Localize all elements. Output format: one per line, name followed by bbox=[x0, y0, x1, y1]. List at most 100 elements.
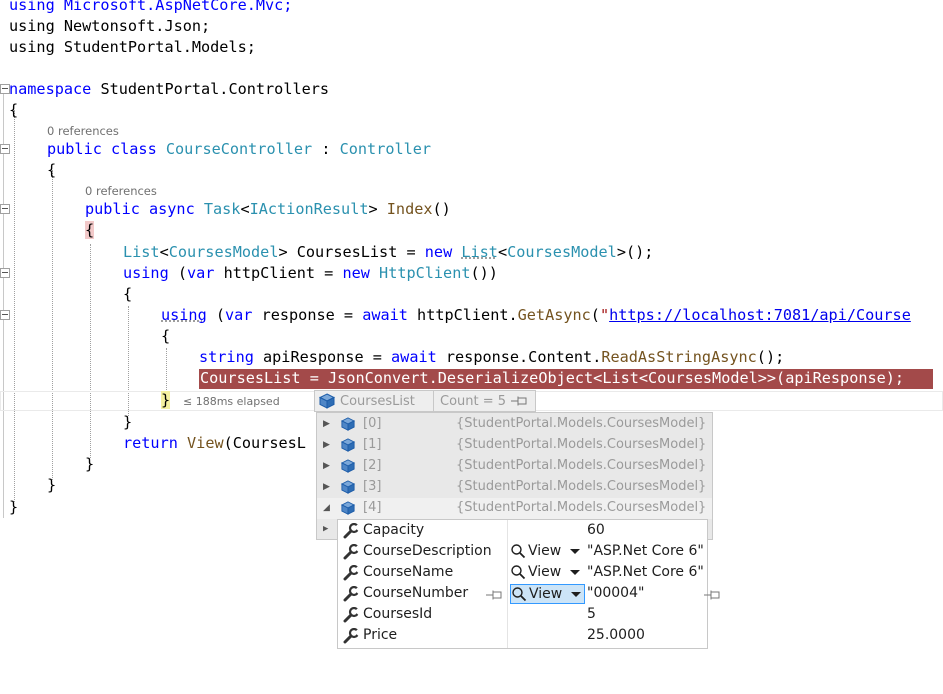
return-keyword: return bbox=[123, 434, 178, 452]
datatip-variable-name: CoursesList bbox=[340, 393, 415, 409]
property-row[interactable]: CourseNumber View "00004" bbox=[338, 584, 720, 605]
brace: { bbox=[161, 327, 171, 345]
item-value: {StudentPortal.Models.CoursesModel} bbox=[456, 437, 707, 452]
codelens-method-references[interactable]: 0 references bbox=[85, 184, 157, 198]
code-line-apiresponse: string apiResponse = await response.Cont… bbox=[199, 347, 784, 368]
collapse-class-icon[interactable] bbox=[0, 144, 10, 154]
datatip-item-row[interactable]: ▶ [0] {StudentPortal.Models.CoursesModel} bbox=[317, 414, 712, 435]
property-row[interactable]: CourseDescription View "ASP.Net Core 6" bbox=[338, 542, 707, 563]
cube-icon bbox=[340, 480, 356, 494]
cube-icon bbox=[340, 417, 356, 431]
code-line-brace: { bbox=[9, 100, 18, 121]
brace: { bbox=[9, 101, 19, 119]
collapse-method-icon[interactable] bbox=[0, 204, 10, 214]
collapse-triangle-icon[interactable]: ◢ bbox=[323, 503, 330, 513]
method-call: GetAsync bbox=[517, 306, 591, 324]
indent-guide bbox=[166, 348, 167, 392]
text-visualizer-view-button[interactable]: View bbox=[510, 564, 581, 580]
brace: } bbox=[9, 498, 19, 516]
property-row[interactable]: CourseName View "ASP.Net Core 6" bbox=[338, 563, 707, 584]
new-keyword: new bbox=[342, 264, 380, 282]
property-value: 5 bbox=[587, 606, 596, 622]
item-value: {StudentPortal.Models.CoursesModel} bbox=[456, 458, 707, 473]
item-value: {StudentPortal.Models.CoursesModel} bbox=[456, 416, 707, 431]
wrench-icon bbox=[343, 607, 360, 623]
datatip-item-4-properties[interactable]: Capacity 60 CourseDescription View "ASP.Net … bbox=[337, 519, 720, 649]
pin-icon[interactable] bbox=[704, 589, 722, 601]
code-line-brace-close: } bbox=[85, 454, 94, 475]
collapse-using-icon[interactable] bbox=[0, 268, 10, 278]
pin-icon[interactable] bbox=[510, 395, 530, 407]
dropdown-arrow-icon[interactable] bbox=[570, 589, 582, 599]
expand-triangle-icon[interactable]: ▶ bbox=[323, 419, 330, 429]
dropdown-arrow-icon[interactable] bbox=[569, 567, 581, 577]
expand-triangle-icon[interactable]: ▶ bbox=[323, 461, 330, 471]
method-call: ReadAsStringAsync bbox=[601, 348, 757, 366]
text-visualizer-view-button[interactable]: View bbox=[510, 543, 581, 559]
api-url-link[interactable]: https://localhost:7081/api/Course bbox=[609, 306, 911, 324]
code-line-return: return View(CoursesL bbox=[123, 433, 306, 454]
datatip-header[interactable]: CoursesList Count = 5 bbox=[314, 390, 536, 412]
property-row[interactable]: Price 25.0000 bbox=[338, 626, 707, 647]
property-value: "00004" bbox=[587, 585, 645, 601]
using-keyword: using bbox=[161, 306, 207, 324]
using-keyword: using bbox=[123, 264, 169, 282]
property-row[interactable]: CoursesId 5 bbox=[338, 605, 707, 626]
generic-close: > bbox=[368, 200, 387, 218]
expand-triangle-icon[interactable]: ▶ bbox=[323, 440, 330, 450]
code-line-class: public class CourseController : Controll… bbox=[47, 139, 431, 160]
item-value: {StudentPortal.Models.CoursesModel} bbox=[456, 500, 707, 515]
datatip-item-row[interactable]: ◢ [4] {StudentPortal.Models.CoursesModel} bbox=[317, 498, 712, 519]
type-name: CoursesModel bbox=[507, 243, 617, 261]
expand-triangle-icon[interactable]: ▶ bbox=[323, 482, 330, 492]
perf-tip-elapsed[interactable]: ≤ 188ms elapsed bbox=[183, 395, 280, 408]
datatip-item-row[interactable]: ▶ [2] {StudentPortal.Models.CoursesModel} bbox=[317, 456, 712, 477]
collapse-using-inner-icon[interactable] bbox=[0, 310, 10, 320]
code-text: apiResponse = bbox=[253, 348, 392, 366]
code-text: response = bbox=[252, 306, 363, 324]
property-row[interactable]: Capacity 60 bbox=[338, 521, 707, 542]
expand-triangle-icon[interactable]: ▶ bbox=[323, 524, 328, 534]
var-keyword: var bbox=[225, 306, 253, 324]
class-keyword: public class bbox=[47, 140, 166, 158]
code-text: (CoursesL bbox=[223, 434, 306, 452]
method-parens: () bbox=[432, 200, 451, 218]
property-value: 25.0000 bbox=[587, 627, 645, 643]
string-quote: " bbox=[599, 306, 610, 324]
pin-icon[interactable] bbox=[486, 589, 504, 601]
item-index: [3] bbox=[363, 479, 382, 494]
code-text: httpClient = bbox=[214, 264, 343, 282]
brace: { bbox=[123, 285, 133, 303]
property-name: CourseNumber bbox=[363, 585, 469, 601]
punct: ( bbox=[206, 306, 226, 324]
codelens-class-references[interactable]: 0 references bbox=[47, 124, 119, 138]
code-line-brace: { bbox=[161, 326, 170, 347]
type-name: HttpClient bbox=[379, 264, 471, 282]
code-line-brace-close: } bbox=[9, 497, 18, 518]
code-line-using-httpclient: using (var httpClient = new HttpClient()… bbox=[123, 263, 498, 284]
datatip-item-row[interactable]: ▶ [1] {StudentPortal.Models.CoursesModel} bbox=[317, 435, 712, 456]
item-value: {StudentPortal.Models.CoursesModel} bbox=[456, 479, 707, 494]
wrench-icon bbox=[343, 565, 360, 581]
indent-guide bbox=[90, 244, 91, 458]
await-keyword: await bbox=[391, 348, 437, 366]
punct: (); bbox=[756, 348, 785, 366]
dropdown-arrow-icon[interactable] bbox=[569, 546, 581, 556]
datatip-item-row[interactable]: ▶ [3] {StudentPortal.Models.CoursesModel} bbox=[317, 477, 712, 498]
code-line-list-decl: List<CoursesModel> CoursesList = new Lis… bbox=[123, 242, 653, 263]
magnifier-icon bbox=[512, 587, 527, 602]
code-line-using-response: using (var response = await httpClient.G… bbox=[161, 305, 911, 326]
wrench-icon bbox=[343, 544, 360, 560]
code-line-method: public async Task<IActionResult> Index() bbox=[85, 199, 451, 220]
wrench-icon bbox=[343, 523, 360, 539]
new-keyword: new bbox=[424, 243, 462, 261]
code-line-2: using Newtonsoft.Json; bbox=[9, 16, 210, 37]
punct: < bbox=[159, 243, 169, 261]
property-name: CoursesId bbox=[363, 606, 433, 622]
punct: < bbox=[497, 243, 508, 261]
method-keywords: public async bbox=[85, 200, 204, 218]
type-name: CoursesModel bbox=[168, 243, 279, 261]
cube-icon bbox=[340, 501, 356, 515]
text-visualizer-view-button[interactable]: View bbox=[510, 584, 586, 604]
property-value: "ASP.Net Core 6" bbox=[587, 564, 704, 580]
